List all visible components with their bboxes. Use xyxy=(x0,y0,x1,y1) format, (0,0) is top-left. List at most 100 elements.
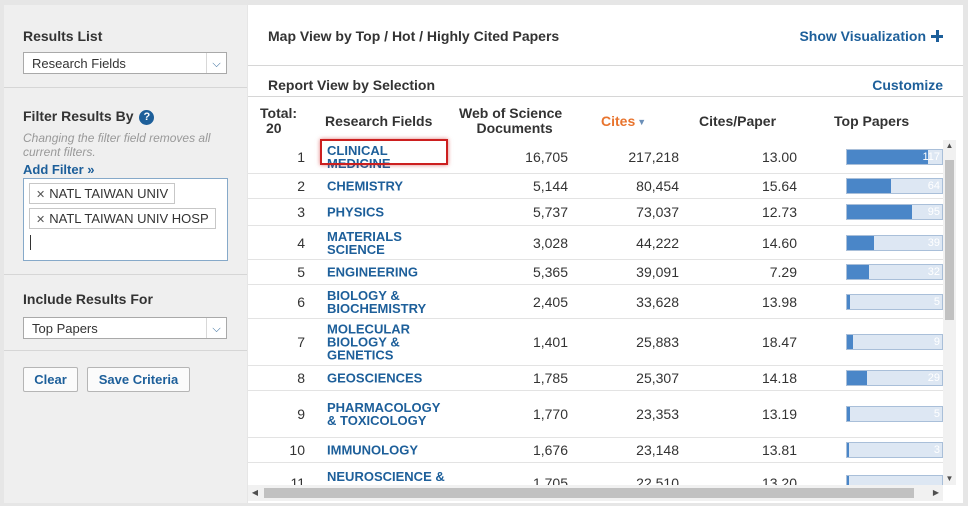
vertical-scrollbar[interactable]: ▲ ▼ xyxy=(943,140,956,485)
filter-input-box[interactable]: ✕ NATL TAIWAN UNIV ✕ NATL TAIWAN UNIV HOSP xyxy=(23,178,228,261)
cites-header-label: Cites xyxy=(601,113,636,129)
filter-chip[interactable]: ✕ NATL TAIWAN UNIV HOSP xyxy=(29,208,216,229)
total-label: Total: xyxy=(260,105,298,121)
top-papers-bar-fill xyxy=(847,443,850,457)
research-field-link[interactable]: PHARMACOLOGY & TOXICOLOGY xyxy=(327,401,452,427)
documents-cell: 1,401 xyxy=(532,334,568,350)
show-visualization-label: Show Visualization xyxy=(799,28,926,44)
top-papers-bar-fill xyxy=(847,235,874,250)
scroll-left-icon[interactable]: ◀ xyxy=(248,485,262,501)
help-icon[interactable]: ? xyxy=(139,110,155,125)
top-papers-bar[interactable]: 9 xyxy=(846,334,943,350)
table-row: 10 IMMUNOLOGY 1,676 23,148 13.81 3 xyxy=(248,438,943,463)
show-visualization-link[interactable]: Show Visualization xyxy=(799,28,943,44)
top-papers-value: 3 xyxy=(933,444,940,456)
research-field-link[interactable]: MATERIALS SCIENCE xyxy=(327,230,452,256)
table-row: 3 PHYSICS 5,737 73,037 12.73 95 xyxy=(248,199,943,226)
vertical-scroll-thumb[interactable] xyxy=(945,160,954,320)
results-list-title: Results List xyxy=(23,28,103,44)
remove-filter-icon[interactable]: ✕ xyxy=(36,189,45,201)
horizontal-scrollbar[interactable]: ◀ ▶ xyxy=(248,485,943,501)
cites-per-paper-cell: 14.60 xyxy=(761,234,797,251)
top-papers-bar[interactable]: 95 xyxy=(846,204,943,220)
cites-cell: 80,454 xyxy=(636,178,679,194)
plus-icon xyxy=(931,30,943,42)
research-field-link[interactable]: CLINICAL MEDICINE xyxy=(327,144,452,170)
main-panel: Map View by Top / Hot / Highly Cited Pap… xyxy=(248,5,963,503)
top-papers-value: 5 xyxy=(933,408,940,420)
table-row: 5 ENGINEERING 5,365 39,091 7.29 32 xyxy=(248,260,943,285)
cites-cell: 25,307 xyxy=(636,370,679,386)
cites-per-paper-cell: 12.73 xyxy=(761,204,797,220)
top-papers-bar-fill xyxy=(847,407,851,421)
top-papers-bar[interactable]: 5 xyxy=(846,406,943,422)
research-fields-header[interactable]: Research Fields xyxy=(325,114,432,129)
results-list-select[interactable]: Research Fields ⌵ xyxy=(23,52,227,74)
top-papers-bar[interactable]: 5 xyxy=(846,293,943,310)
scroll-down-icon[interactable]: ▼ xyxy=(943,473,956,485)
research-field-link[interactable]: NEUROSCIENCE & BEHAVIOR xyxy=(327,470,452,486)
add-filter-link[interactable]: Add Filter » xyxy=(23,162,228,177)
cites-per-paper-header[interactable]: Cites/Paper xyxy=(699,114,776,129)
cites-per-paper-cell: 13.98 xyxy=(761,293,797,310)
top-papers-bar[interactable] xyxy=(846,474,943,485)
documents-cell: 5,365 xyxy=(532,264,568,280)
include-results-title: Include Results For xyxy=(23,291,153,307)
top-papers-header[interactable]: Top Papers xyxy=(834,114,909,129)
top-papers-value: 39 xyxy=(927,236,940,249)
research-field-link[interactable]: PHYSICS xyxy=(327,206,452,219)
remove-filter-icon[interactable]: ✕ xyxy=(36,214,45,226)
cites-cell: 44,222 xyxy=(636,234,679,251)
research-field-link[interactable]: GEOSCIENCES xyxy=(327,372,452,385)
map-view-bar: Map View by Top / Hot / Highly Cited Pap… xyxy=(248,5,963,66)
customize-link[interactable]: Customize xyxy=(872,77,943,93)
research-field-link[interactable]: MOLECULAR BIOLOGY & GENETICS xyxy=(327,323,452,362)
chevron-down-icon[interactable]: ⌵ xyxy=(206,318,226,338)
top-papers-bar-fill xyxy=(847,371,867,385)
research-field-link[interactable]: BIOLOGY & BIOCHEMISTRY xyxy=(327,289,452,315)
research-field-link[interactable]: ENGINEERING xyxy=(327,266,452,279)
top-papers-bar[interactable]: 39 xyxy=(846,234,943,251)
results-list-value: Research Fields xyxy=(32,56,126,71)
cites-header[interactable]: Cites ▼ xyxy=(601,114,646,130)
report-view-bar: Report View by Selection Customize xyxy=(248,66,963,97)
top-papers-bar[interactable]: 64 xyxy=(846,178,943,194)
wos-documents-header[interactable]: Web of Science Documents xyxy=(459,106,562,136)
top-papers-bar[interactable]: 29 xyxy=(846,370,943,386)
sidebar: Results List Research Fields ⌵ Filter Re… xyxy=(4,5,247,503)
filter-chip-label: NATL TAIWAN UNIV HOSP xyxy=(49,211,209,226)
top-papers-bar-fill xyxy=(847,265,870,279)
research-field-link[interactable]: CHEMISTRY xyxy=(327,180,452,193)
filter-results-label: Filter Results By xyxy=(23,108,134,124)
clear-button[interactable]: Clear xyxy=(23,367,78,392)
research-field-link[interactable]: IMMUNOLOGY xyxy=(327,444,452,457)
top-papers-bar-fill xyxy=(847,149,928,164)
scroll-right-icon[interactable]: ▶ xyxy=(929,485,943,501)
filter-chip[interactable]: ✕ NATL TAIWAN UNIV xyxy=(29,183,176,204)
filter-hint: Changing the filter field removes all cu… xyxy=(23,131,211,159)
include-results-value: Top Papers xyxy=(32,321,98,336)
cites-per-paper-cell: 13.00 xyxy=(761,148,797,165)
wos-label-2: Documents xyxy=(476,120,553,136)
top-papers-bar[interactable]: 32 xyxy=(846,264,943,280)
table-row: 7 MOLECULAR BIOLOGY & GENETICS 1,401 25,883… xyxy=(248,319,943,366)
chevron-down-icon[interactable]: ⌵ xyxy=(206,53,226,73)
rank-cell: 2 xyxy=(297,178,305,194)
table-row: 8 GEOSCIENCES 1,785 25,307 14.18 29 xyxy=(248,366,943,391)
scroll-up-icon[interactable]: ▲ xyxy=(943,140,956,152)
documents-cell: 1,770 xyxy=(532,406,568,422)
rank-cell: 9 xyxy=(297,406,305,422)
rank-cell: 8 xyxy=(297,370,305,386)
top-papers-bar[interactable]: 3 xyxy=(846,442,943,458)
include-results-select[interactable]: Top Papers ⌵ xyxy=(23,317,227,339)
save-criteria-button[interactable]: Save Criteria xyxy=(87,367,190,392)
table-row: 9 PHARMACOLOGY & TOXICOLOGY 1,770 23,353 13.… xyxy=(248,391,943,438)
cites-cell: 25,883 xyxy=(636,334,679,350)
top-papers-bar[interactable]: 117 xyxy=(846,148,943,165)
wos-label-1: Web of Science xyxy=(459,105,563,121)
documents-cell: 2,405 xyxy=(532,293,568,310)
top-papers-bar-fill xyxy=(847,179,892,193)
horizontal-scroll-thumb[interactable] xyxy=(264,488,914,498)
cites-cell: 33,628 xyxy=(636,293,679,310)
cites-cell: 23,148 xyxy=(636,442,679,458)
